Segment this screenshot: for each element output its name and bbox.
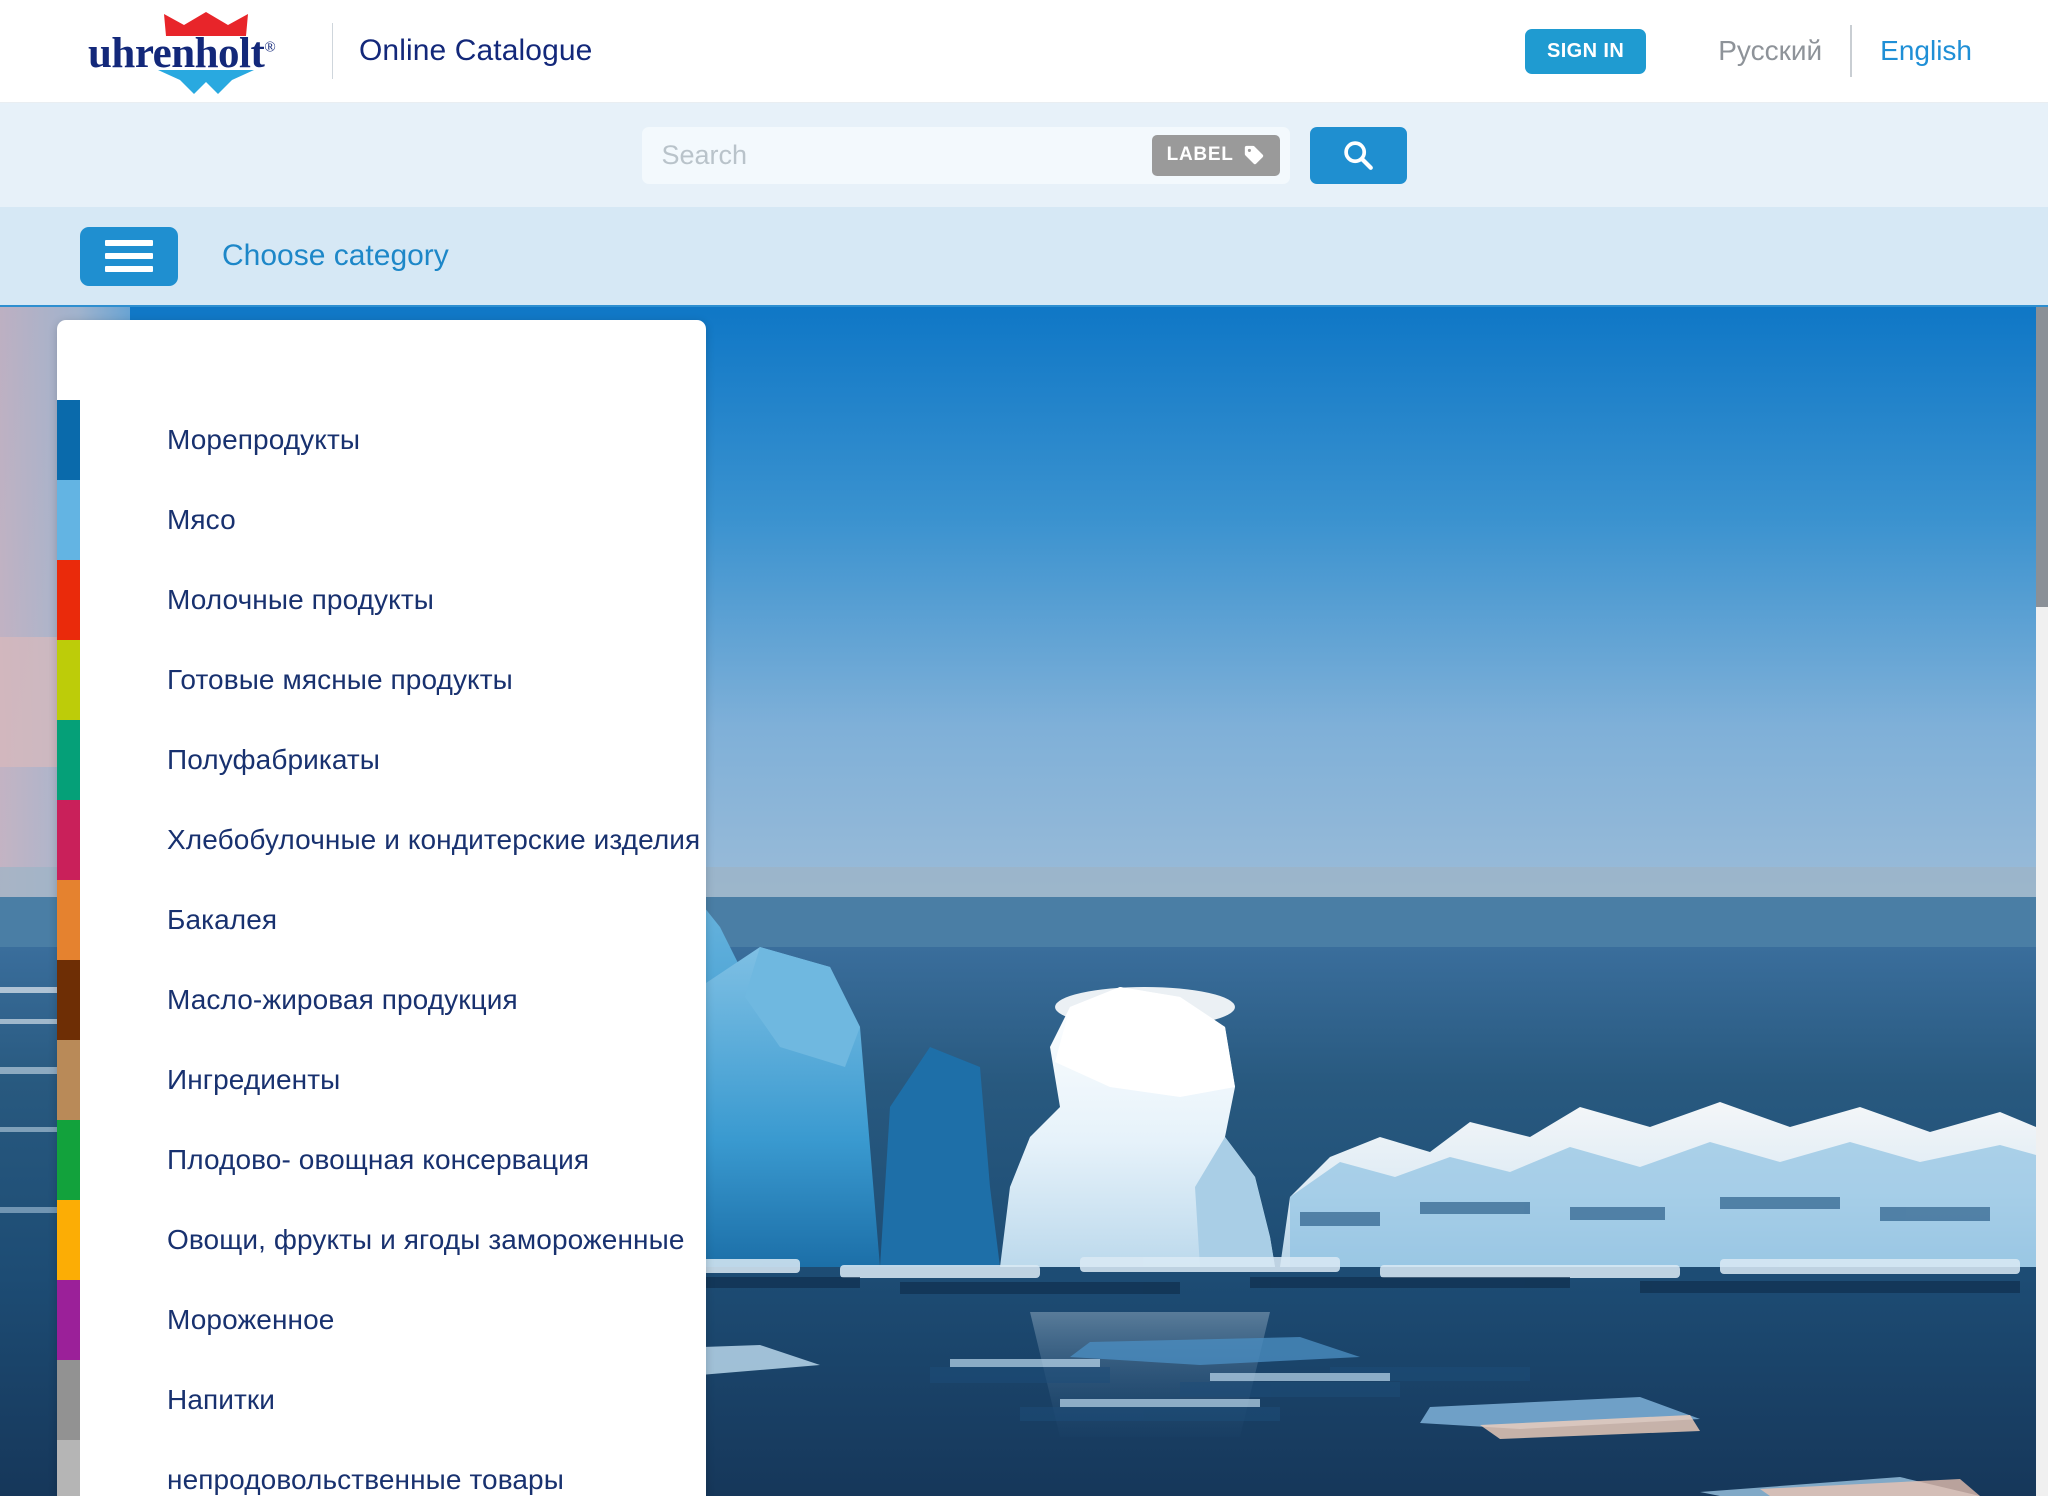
choose-category-label[interactable]: Choose category <box>222 239 449 273</box>
category-color-swatch <box>57 960 80 1040</box>
sign-in-button[interactable]: SIGN IN <box>1524 28 1647 74</box>
category-item-label: непродовольственные товары <box>167 1464 564 1495</box>
category-item[interactable]: Ингредиенты <box>57 1040 706 1120</box>
uhrenholt-logo[interactable]: uhrenholt® <box>88 8 300 94</box>
logo-wordmark: uhrenholt® <box>88 30 276 77</box>
burger-line <box>105 266 153 272</box>
category-color-swatch <box>57 880 80 960</box>
category-dropdown-panel: Морепродукты Мясо Молочные продукты Готовые… <box>57 320 706 1496</box>
category-item-label: Плодово- овощная консервация <box>167 1144 590 1175</box>
category-item-label: Полуфабрикаты <box>167 744 381 775</box>
category-item[interactable]: Масло-жировая продукция <box>57 960 706 1040</box>
category-color-swatch <box>57 1280 80 1360</box>
category-color-swatch <box>57 1440 80 1496</box>
category-item[interactable]: Морепродукты <box>57 400 706 480</box>
banner-icon <box>158 70 254 94</box>
category-color-swatch <box>57 1040 80 1120</box>
hamburger-menu-icon[interactable] <box>80 226 178 286</box>
language-english[interactable]: English <box>1880 35 1972 67</box>
category-color-swatch <box>57 800 80 880</box>
category-item-label: Бакалея <box>167 904 278 935</box>
category-item-label: Мясо <box>167 504 236 535</box>
category-item[interactable]: непродовольственные товары <box>57 1440 706 1496</box>
category-list: Морепродукты Мясо Молочные продукты Готовые… <box>57 320 706 1496</box>
category-color-swatch <box>57 400 80 480</box>
category-color-swatch <box>57 1200 80 1280</box>
category-item[interactable]: Молочные продукты <box>57 560 706 640</box>
category-item-label: Морепродукты <box>167 424 361 455</box>
category-color-swatch <box>57 480 80 560</box>
header-divider <box>332 23 333 79</box>
category-item[interactable]: Напитки <box>57 1360 706 1440</box>
category-item[interactable]: Плодово- овощная консервация <box>57 1120 706 1200</box>
search-icon <box>1344 141 1373 170</box>
search-input[interactable] <box>641 126 1152 184</box>
burger-line <box>105 240 153 246</box>
category-color-swatch <box>57 640 80 720</box>
category-item[interactable]: Готовые мясные продукты <box>57 640 706 720</box>
search-submit-button[interactable] <box>1309 126 1407 184</box>
label-filter-text: LABEL <box>1166 144 1234 165</box>
page-title: Online Catalogue <box>359 34 593 67</box>
category-item[interactable]: Бакалея <box>57 880 706 960</box>
category-item[interactable]: Мороженное <box>57 1280 706 1360</box>
category-item-label: Масло-жировая продукция <box>167 984 518 1015</box>
header-actions: SIGN IN Русский English <box>1524 25 1972 77</box>
category-item[interactable]: Полуфабрикаты <box>57 720 706 800</box>
brand[interactable]: uhrenholt® Online Catalogue <box>88 8 592 94</box>
category-item-label: Ингредиенты <box>167 1064 341 1095</box>
scrollbar-thumb[interactable] <box>2036 307 2048 607</box>
language-divider <box>1850 25 1853 77</box>
category-item-label: Хлебобулочные и кондитерские изделия <box>167 824 701 855</box>
category-item-label: Молочные продукты <box>167 584 434 615</box>
category-color-swatch <box>57 560 80 640</box>
page-scrollbar[interactable] <box>2036 307 2048 1496</box>
category-item[interactable]: Овощи, фрукты и ягоды замороженные <box>57 1200 706 1280</box>
language-russian[interactable]: Русский <box>1718 35 1850 67</box>
label-filter-button[interactable]: LABEL <box>1151 134 1280 176</box>
site-header: uhrenholt® Online Catalogue SIGN IN Русс… <box>0 0 2048 103</box>
category-color-swatch <box>57 1120 80 1200</box>
category-item-label: Овощи, фрукты и ягоды замороженные <box>167 1224 685 1255</box>
category-item-label: Мороженное <box>167 1304 335 1335</box>
category-color-swatch <box>57 1360 80 1440</box>
tag-icon <box>1244 145 1263 165</box>
search-bar: LABEL <box>0 103 2048 207</box>
burger-line <box>105 253 153 259</box>
category-item[interactable]: Хлебобулочные и кондитерские изделия <box>57 800 706 880</box>
category-color-swatch <box>57 720 80 800</box>
category-item[interactable]: Мясо <box>57 480 706 560</box>
page-root: uhrenholt® Online Catalogue SIGN IN Русс… <box>0 0 2048 1496</box>
category-item-label: Напитки <box>167 1384 276 1415</box>
category-item-label: Готовые мясные продукты <box>167 664 513 695</box>
category-bar: Choose category <box>0 207 2048 307</box>
search-field-wrapper: LABEL <box>641 126 1290 184</box>
